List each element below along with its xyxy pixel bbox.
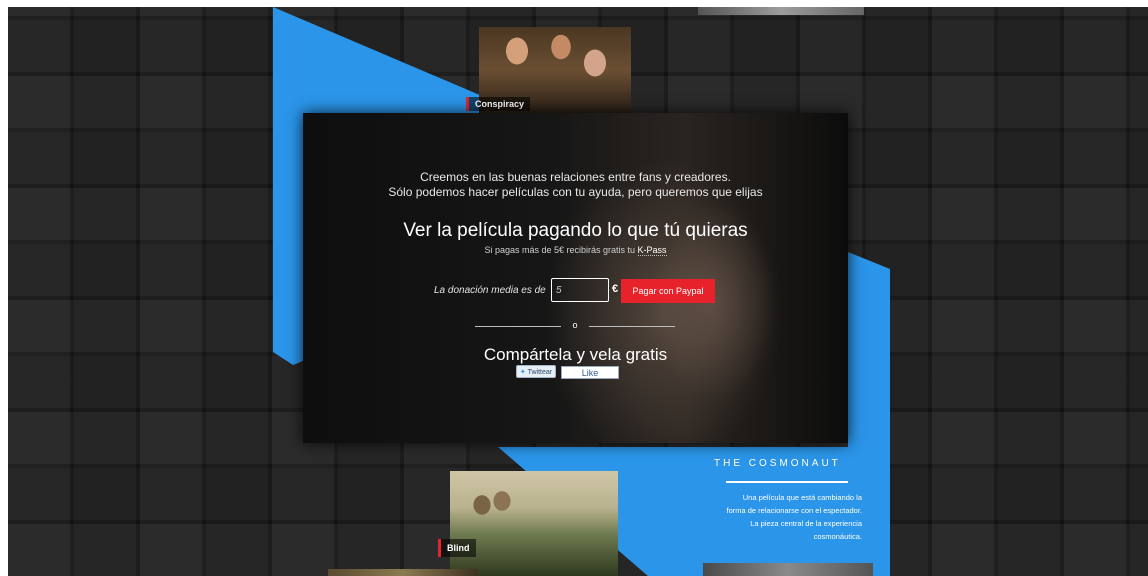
film-thumbnail-bottom-left[interactable] xyxy=(328,569,478,576)
twitter-bird-icon: ✦ xyxy=(519,369,526,376)
cosmonaut-desc-line: cosmonáutica. xyxy=(813,532,862,541)
cosmonaut-divider xyxy=(726,481,848,483)
kpass-note: Si pagas más de 5€ recibirás gratis tu K… xyxy=(303,245,848,256)
cosmonaut-title[interactable]: THE COSMONAUT xyxy=(714,458,841,469)
donation-row: La donación media es de € Pagar con Payp… xyxy=(303,278,848,304)
donation-label: La donación media es de xyxy=(434,285,546,296)
cosmonaut-description: Una película que está cambiando la forma… xyxy=(684,491,863,543)
film-thumbnail-top[interactable] xyxy=(698,7,864,15)
film-label-conspiracy[interactable]: Conspiracy xyxy=(466,97,531,111)
film-thumbnail-bottom-right[interactable] xyxy=(703,563,873,576)
paypal-pay-button[interactable]: Pagar con Paypal xyxy=(621,279,715,303)
intro-line-2: Sólo podemos hacer películas con tu ayud… xyxy=(388,185,763,199)
share-title: Compártela y vela gratis xyxy=(483,345,668,364)
donation-amount-input[interactable] xyxy=(551,278,609,302)
film-label-blind[interactable]: Blind xyxy=(438,539,476,557)
kpass-note-text: Si pagas más de 5€ recibirás gratis tu xyxy=(484,245,638,255)
cosmonaut-desc-line: La pieza central de la experiencia xyxy=(750,519,862,528)
cosmonaut-desc-line: Una película que está cambiando la xyxy=(742,493,862,502)
intro-line-1: Creemos en las buenas relaciones entre f… xyxy=(420,170,731,184)
tweet-button-label: Twittear xyxy=(527,369,553,376)
page-background: Conspiracy Blind Creemos en las buenas r… xyxy=(8,7,1148,576)
social-buttons: ✦ Twittear Like xyxy=(303,365,848,381)
divider-line-left xyxy=(475,326,561,327)
divider-text: o xyxy=(572,320,578,330)
divider-line-right xyxy=(589,326,675,327)
kpass-link[interactable]: K-Pass xyxy=(637,245,667,256)
facebook-like-button[interactable]: Like xyxy=(561,366,619,379)
film-thumbnail-blind[interactable] xyxy=(450,471,618,576)
tweet-button[interactable]: ✦ Twittear xyxy=(516,365,556,378)
cosmonaut-desc-line: forma de relacionarse con el espectador. xyxy=(726,506,863,515)
payment-modal: Creemos en las buenas relaciones entre f… xyxy=(303,113,848,443)
currency-symbol: € xyxy=(612,283,619,295)
or-divider: o xyxy=(303,320,848,332)
modal-headline: Ver la película pagando lo que tú quiera… xyxy=(403,220,748,241)
